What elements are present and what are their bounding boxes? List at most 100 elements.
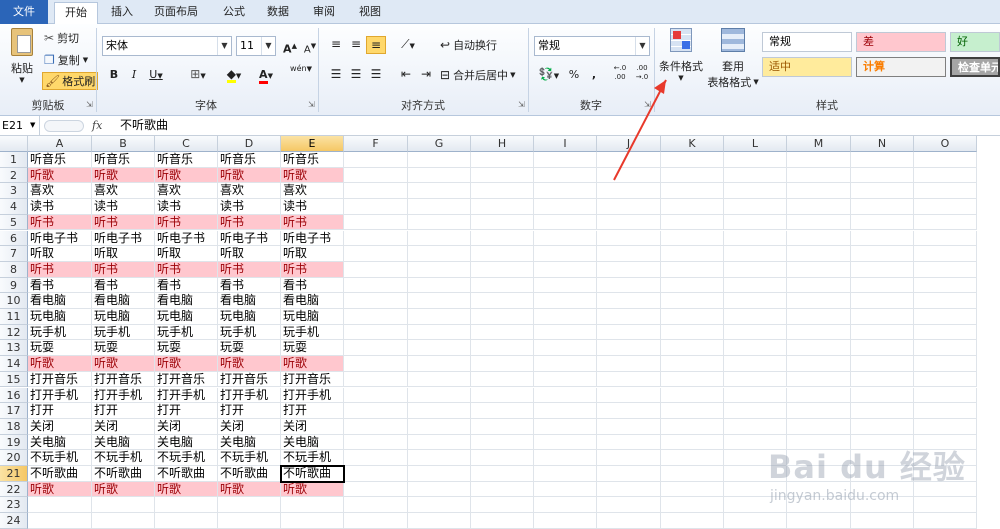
decrease-indent-button[interactable]: ⇤ <box>396 66 416 84</box>
cell-l5[interactable] <box>724 214 787 231</box>
cell-l15[interactable] <box>724 371 787 388</box>
tab-view[interactable]: 视图 <box>350 2 390 24</box>
cell-g9[interactable] <box>408 277 471 294</box>
cell-h10[interactable] <box>471 293 534 309</box>
cell-f16[interactable] <box>344 387 408 404</box>
cell-d6[interactable]: 听电子书 <box>218 230 281 247</box>
cell-k11[interactable] <box>661 309 724 325</box>
cell-n5[interactable] <box>851 214 914 231</box>
bold-button[interactable]: B <box>104 66 124 84</box>
cell-d14[interactable]: 听歌 <box>218 356 281 372</box>
italic-button[interactable]: I <box>124 66 144 84</box>
cut-button[interactable]: ✂ 剪切 <box>44 30 79 46</box>
cell-a18[interactable]: 关闭 <box>28 418 92 435</box>
dialog-launcher-icon[interactable]: ⇲ <box>518 100 525 109</box>
cell-o9[interactable] <box>914 277 977 294</box>
cell-d24[interactable] <box>218 513 281 529</box>
row-header-1[interactable]: 1 <box>0 152 28 168</box>
cell-i2[interactable] <box>534 167 597 184</box>
cell-l10[interactable] <box>724 293 787 309</box>
cell-j8[interactable] <box>597 261 661 278</box>
cell-a7[interactable]: 听取 <box>28 246 92 262</box>
cell-o13[interactable] <box>914 340 977 357</box>
cell-c1[interactable]: 听音乐 <box>155 152 218 168</box>
cell-f14[interactable] <box>344 356 408 372</box>
cell-j17[interactable] <box>597 403 661 419</box>
cell-a24[interactable] <box>28 513 92 529</box>
column-header-k[interactable]: K <box>661 136 724 152</box>
accounting-format-button[interactable]: 💱▼ <box>536 66 562 84</box>
cell-m5[interactable] <box>787 214 851 231</box>
cell-f2[interactable] <box>344 167 408 184</box>
cell-e19[interactable]: 关电脑 <box>281 434 344 451</box>
cell-m17[interactable] <box>787 403 851 419</box>
cell-b10[interactable]: 看电脑 <box>92 293 155 309</box>
row-header-4[interactable]: 4 <box>0 199 28 215</box>
cell-k18[interactable] <box>661 418 724 435</box>
align-right-button[interactable]: ☰ <box>366 66 386 84</box>
row-header-10[interactable]: 10 <box>0 293 28 309</box>
cell-d15[interactable]: 打开音乐 <box>218 371 281 388</box>
cell-f18[interactable] <box>344 418 408 435</box>
underline-button[interactable]: U▼ <box>144 66 168 84</box>
cell-h7[interactable] <box>471 246 534 262</box>
row-header-23[interactable]: 23 <box>0 497 28 514</box>
cell-k4[interactable] <box>661 199 724 215</box>
cell-e20[interactable]: 不玩手机 <box>281 450 344 466</box>
cell-k16[interactable] <box>661 387 724 404</box>
cell-n17[interactable] <box>851 403 914 419</box>
font-size-select[interactable]: 11 ▼ <box>236 36 276 56</box>
cell-h2[interactable] <box>471 167 534 184</box>
align-top-button[interactable]: ≡ <box>326 36 346 54</box>
cell-b2[interactable]: 听歌 <box>92 167 155 184</box>
copy-button[interactable]: ❐ 复制 ▼ <box>44 52 88 68</box>
cell-c20[interactable]: 不玩手机 <box>155 450 218 466</box>
cell-o2[interactable] <box>914 167 977 184</box>
cell-f9[interactable] <box>344 277 408 294</box>
cell-k13[interactable] <box>661 340 724 357</box>
cell-f12[interactable] <box>344 324 408 341</box>
cell-o4[interactable] <box>914 199 977 215</box>
cell-a1[interactable]: 听音乐 <box>28 152 92 168</box>
cell-j14[interactable] <box>597 356 661 372</box>
cell-e13[interactable]: 玩耍 <box>281 340 344 357</box>
cell-l4[interactable] <box>724 199 787 215</box>
cell-k17[interactable] <box>661 403 724 419</box>
cell-g23[interactable] <box>408 497 471 514</box>
cell-g24[interactable] <box>408 513 471 529</box>
cell-e12[interactable]: 玩手机 <box>281 324 344 341</box>
cell-i8[interactable] <box>534 261 597 278</box>
style-calculation[interactable]: 计算 <box>856 57 946 77</box>
cell-i6[interactable] <box>534 230 597 247</box>
cell-f3[interactable] <box>344 183 408 200</box>
row-header-19[interactable]: 19 <box>0 434 28 451</box>
column-header-m[interactable]: M <box>787 136 851 152</box>
tab-home[interactable]: 开始 <box>54 2 98 25</box>
cell-j23[interactable] <box>597 497 661 514</box>
cell-j1[interactable] <box>597 152 661 168</box>
cell-n9[interactable] <box>851 277 914 294</box>
cell-a17[interactable]: 打开 <box>28 403 92 419</box>
cell-i4[interactable] <box>534 199 597 215</box>
cell-h6[interactable] <box>471 230 534 247</box>
column-header-i[interactable]: I <box>534 136 597 152</box>
row-header-6[interactable]: 6 <box>0 230 28 247</box>
cell-g14[interactable] <box>408 356 471 372</box>
cell-j11[interactable] <box>597 309 661 325</box>
cell-j19[interactable] <box>597 434 661 451</box>
cell-j7[interactable] <box>597 246 661 262</box>
style-normal[interactable]: 常规 <box>762 32 852 52</box>
cell-d9[interactable]: 看书 <box>218 277 281 294</box>
cell-m12[interactable] <box>787 324 851 341</box>
cell-o15[interactable] <box>914 371 977 388</box>
cell-e5[interactable]: 听书 <box>281 214 344 231</box>
cell-m14[interactable] <box>787 356 851 372</box>
cell-i12[interactable] <box>534 324 597 341</box>
cell-b5[interactable]: 听书 <box>92 214 155 231</box>
cell-e4[interactable]: 读书 <box>281 199 344 215</box>
cell-g5[interactable] <box>408 214 471 231</box>
cell-l3[interactable] <box>724 183 787 200</box>
cell-n6[interactable] <box>851 230 914 247</box>
fill-color-button[interactable]: ◆▼ <box>220 66 248 84</box>
column-header-h[interactable]: H <box>471 136 534 152</box>
